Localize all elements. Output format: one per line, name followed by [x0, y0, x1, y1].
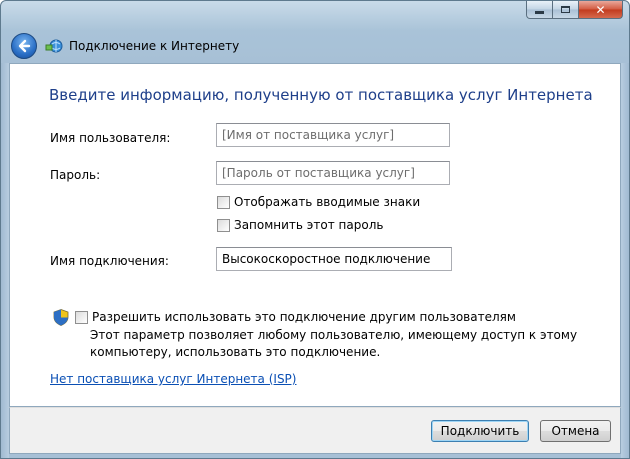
password-input[interactable]	[216, 161, 450, 185]
back-button[interactable]	[11, 33, 37, 59]
window-title: Подключение к Интернету	[69, 39, 240, 53]
uac-shield-icon	[53, 309, 69, 326]
show-chars-row: Отображать вводимые знаки	[217, 195, 420, 209]
back-arrow-icon	[18, 39, 31, 53]
remember-password-label[interactable]: Запомнить этот пароль	[234, 218, 383, 232]
username-input[interactable]	[216, 123, 450, 147]
close-icon: ✕	[595, 2, 606, 17]
allow-others-row: Разрешить использовать это подключение д…	[75, 310, 516, 324]
network-connection-icon	[45, 38, 63, 54]
dialog-content: Введите информацию, полученную от постав…	[9, 63, 621, 407]
window-frame-left	[1, 63, 9, 458]
maximize-button[interactable]	[553, 1, 579, 19]
show-chars-checkbox[interactable]	[217, 195, 230, 209]
connection-name-input[interactable]	[216, 247, 452, 271]
dialog-window: ✕ Подключение к Интернету Введите информ…	[0, 0, 630, 459]
connect-button[interactable]: Подключить	[431, 420, 529, 442]
username-label: Имя пользователя:	[50, 131, 171, 145]
minimize-button[interactable]	[526, 1, 553, 19]
close-button[interactable]: ✕	[579, 1, 623, 19]
window-frame-right	[621, 63, 629, 458]
remember-password-row: Запомнить этот пароль	[217, 218, 383, 232]
navigation-bar: Подключение к Интернету	[11, 33, 239, 59]
connection-name-label: Имя подключения:	[50, 254, 169, 268]
allow-others-description: Этот параметр позволяет любому пользоват…	[90, 328, 578, 359]
cancel-button[interactable]: Отмена	[540, 420, 611, 442]
minimize-icon	[535, 11, 544, 14]
caption-buttons: ✕	[526, 1, 623, 19]
dialog-footer: Подключить Отмена	[9, 407, 621, 454]
page-heading: Введите информацию, полученную от постав…	[49, 86, 593, 104]
allow-others-checkbox[interactable]	[75, 310, 88, 324]
password-label: Пароль:	[50, 168, 101, 182]
show-chars-label[interactable]: Отображать вводимые знаки	[234, 195, 420, 209]
allow-others-label[interactable]: Разрешить использовать это подключение д…	[92, 310, 516, 324]
maximize-icon	[561, 6, 570, 13]
remember-password-checkbox[interactable]	[217, 218, 230, 232]
no-isp-link[interactable]: Нет поставщика услуг Интернета (ISP)	[50, 372, 296, 386]
